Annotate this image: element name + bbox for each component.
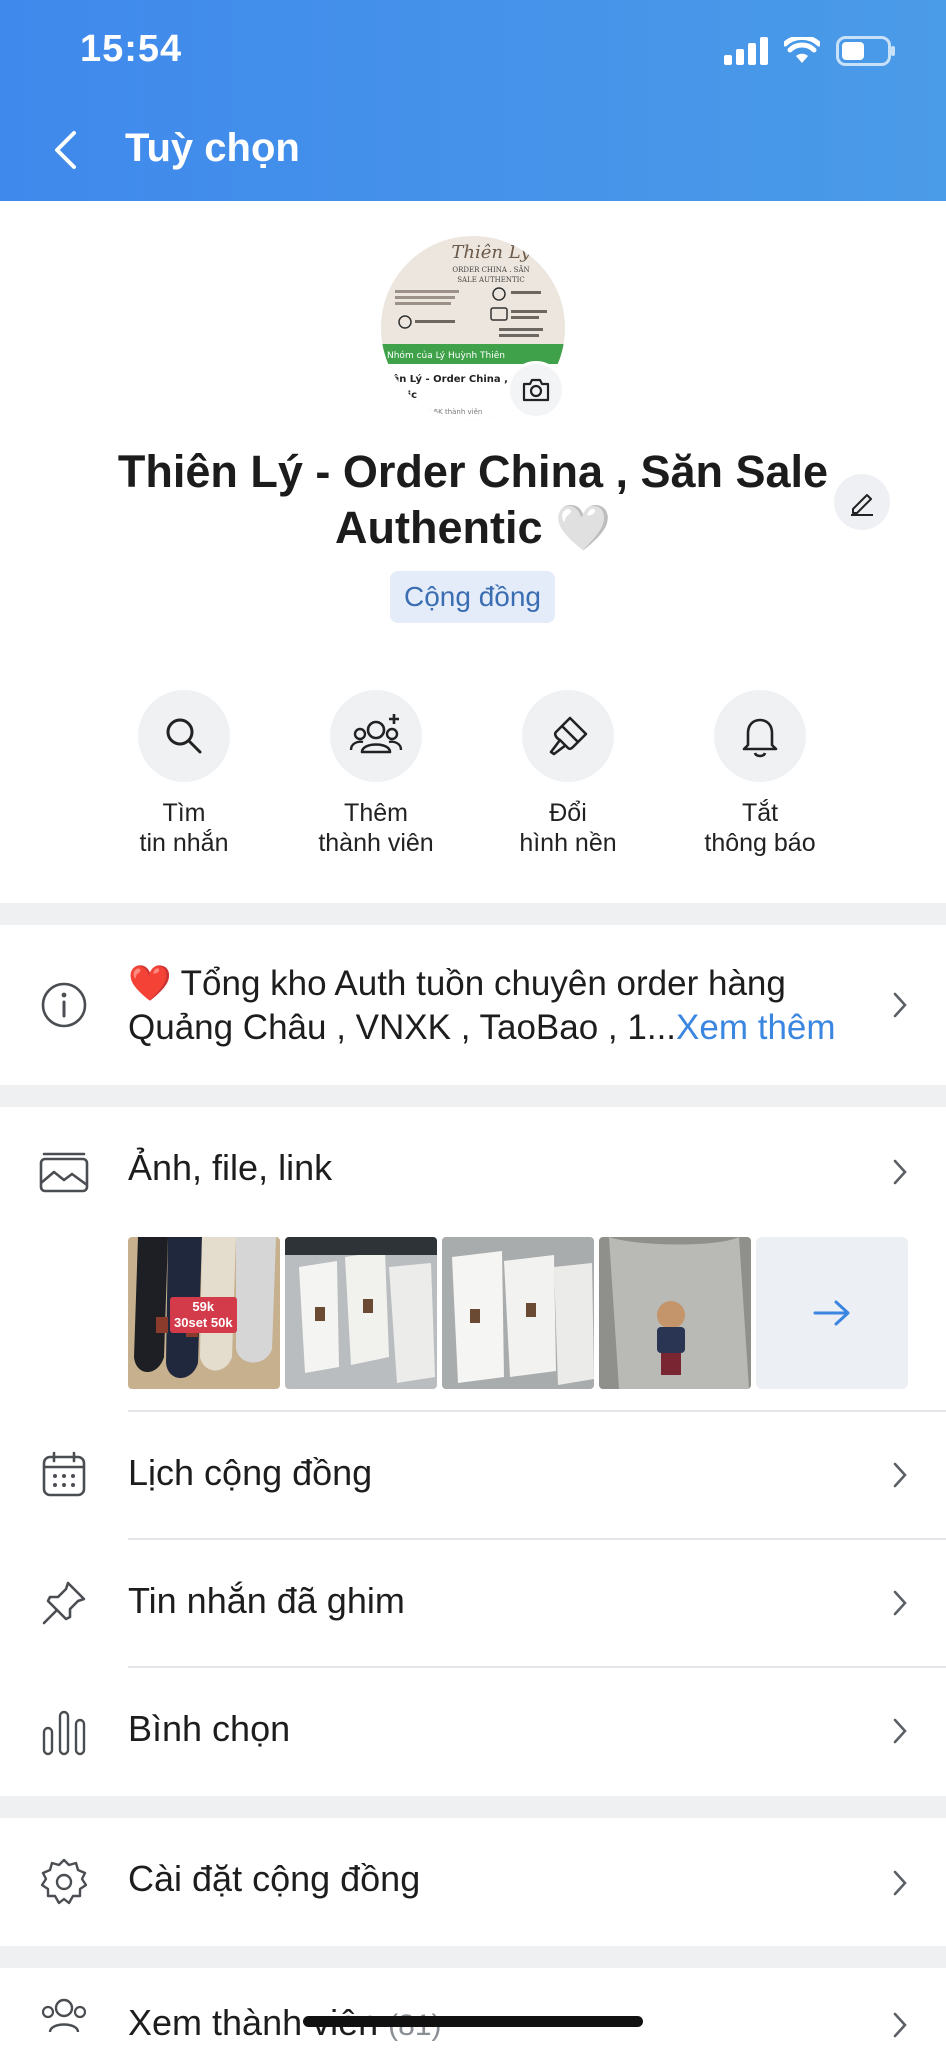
chevron-right-icon bbox=[893, 2012, 907, 2038]
poll-chart-icon bbox=[42, 1710, 86, 1756]
media-label: Ảnh, file, link bbox=[128, 1147, 333, 1188]
media-thumbnail[interactable]: 59k 30set 50k bbox=[128, 1237, 280, 1389]
price-tag-line2: 30set 50k bbox=[174, 1315, 233, 1330]
change-avatar-button[interactable] bbox=[510, 364, 562, 416]
group-type-badge: Cộng đồng bbox=[390, 571, 555, 623]
pin-icon bbox=[42, 1581, 86, 1625]
avatar-group-label-2: entic bbox=[389, 390, 417, 401]
wifi-icon bbox=[784, 37, 820, 63]
chevron-right-icon bbox=[893, 1462, 907, 1488]
pinned-messages-row[interactable]: Tin nhắn đã ghim bbox=[0, 1540, 946, 1666]
media-row[interactable]: Ảnh, file, link bbox=[0, 1107, 946, 1237]
price-tag: 59k 30set 50k bbox=[170, 1297, 237, 1333]
section-divider bbox=[0, 1946, 946, 1968]
see-more-link[interactable]: Xem thêm bbox=[676, 1008, 836, 1047]
pencil-icon bbox=[851, 494, 873, 516]
section-divider bbox=[0, 1796, 946, 1818]
members-icon bbox=[41, 1998, 87, 2033]
polls-label: Bình chọn bbox=[128, 1708, 291, 1749]
view-all-media-button[interactable] bbox=[756, 1237, 908, 1389]
pinned-label: Tin nhắn đã ghim bbox=[128, 1580, 405, 1621]
arrow-right-icon bbox=[813, 1300, 850, 1326]
action-label: Tìm tin nhắn bbox=[139, 799, 229, 857]
media-thumbnail[interactable] bbox=[599, 1237, 751, 1389]
search-messages-action[interactable]: Tìm tin nhắn bbox=[94, 690, 274, 858]
add-member-action[interactable]: Thêm thành viên bbox=[286, 690, 466, 858]
page-title: Tuỳ chọn bbox=[125, 126, 300, 170]
chevron-right-icon bbox=[893, 1870, 907, 1896]
chevron-right-icon bbox=[893, 1159, 907, 1185]
community-calendar-row[interactable]: Lịch cộng đồng bbox=[0, 1412, 946, 1538]
gear-icon bbox=[40, 1858, 88, 1905]
price-tag-line1: 59k bbox=[192, 1299, 215, 1314]
avatar-subtitle-1: ORDER CHINA . SĂN bbox=[452, 265, 529, 274]
change-background-action[interactable]: Đổi hình nền bbox=[478, 690, 658, 858]
bell-icon bbox=[742, 718, 778, 758]
cellular-signal-icon bbox=[724, 37, 768, 65]
section-divider bbox=[0, 903, 946, 925]
add-member-icon bbox=[349, 714, 403, 754]
back-button[interactable] bbox=[40, 120, 90, 180]
chevron-left-icon bbox=[55, 131, 76, 169]
avatar-members-note: 2,6K thành viên bbox=[427, 408, 482, 416]
battery-icon bbox=[836, 36, 895, 66]
chevron-right-icon bbox=[893, 1590, 907, 1616]
settings-label: Cài đặt cộng đồng bbox=[128, 1858, 421, 1899]
calendar-icon bbox=[42, 1451, 86, 1497]
image-gallery-icon bbox=[39, 1152, 89, 1193]
calendar-label: Lịch cộng đồng bbox=[128, 1452, 373, 1493]
home-indicator bbox=[303, 2016, 643, 2027]
status-icons bbox=[724, 36, 896, 66]
app-header: 15:54 Tuỳ chọn bbox=[0, 0, 946, 201]
chevron-right-icon bbox=[893, 992, 907, 1018]
polls-row[interactable]: Bình chọn bbox=[0, 1668, 946, 1796]
avatar-script-title: Thiên Lý bbox=[451, 242, 531, 263]
action-label: Thêm thành viên bbox=[318, 799, 434, 857]
avatar-group-label: iên Lý - Order China , Sa bbox=[389, 373, 525, 385]
avatar-subtitle-2: SALE AUTHENTIC bbox=[457, 276, 525, 284]
community-settings-row[interactable]: Cài đặt cộng đồng bbox=[0, 1818, 946, 1946]
section-divider bbox=[0, 1085, 946, 1107]
thumbnail-image bbox=[285, 1237, 437, 1389]
paint-brush-icon bbox=[549, 716, 588, 756]
edit-name-button[interactable] bbox=[834, 474, 890, 530]
action-label: Tắt thông báo bbox=[704, 799, 816, 857]
group-name: Thiên Lý - Order China , Săn Sale Authen… bbox=[117, 446, 829, 553]
camera-icon bbox=[522, 378, 550, 402]
info-icon bbox=[41, 982, 87, 1028]
status-time: 15:54 bbox=[80, 28, 183, 70]
action-label: Đổi hình nền bbox=[519, 799, 617, 857]
mute-notifications-action[interactable]: Tắt thông báo bbox=[670, 690, 850, 858]
thumbnail-image bbox=[599, 1237, 751, 1389]
view-members-row[interactable]: Xem thành viên (81) bbox=[0, 1968, 946, 2048]
group-description: ❤️ Tổng kho Auth tuồn chuyên order hàng … bbox=[128, 962, 858, 1050]
quick-actions: Tìm tin nhắn Thêm thành viên Đổi hình nề… bbox=[0, 690, 946, 870]
media-thumbnail[interactable] bbox=[442, 1237, 594, 1389]
search-icon bbox=[166, 718, 202, 754]
thumbnail-image bbox=[442, 1237, 594, 1389]
chevron-right-icon bbox=[893, 1718, 907, 1744]
media-thumbnails: 59k 30set 50k bbox=[128, 1237, 908, 1389]
media-thumbnail[interactable] bbox=[285, 1237, 437, 1389]
avatar-owner-banner: Nhóm của Lý Huỳnh Thiên bbox=[387, 350, 505, 361]
